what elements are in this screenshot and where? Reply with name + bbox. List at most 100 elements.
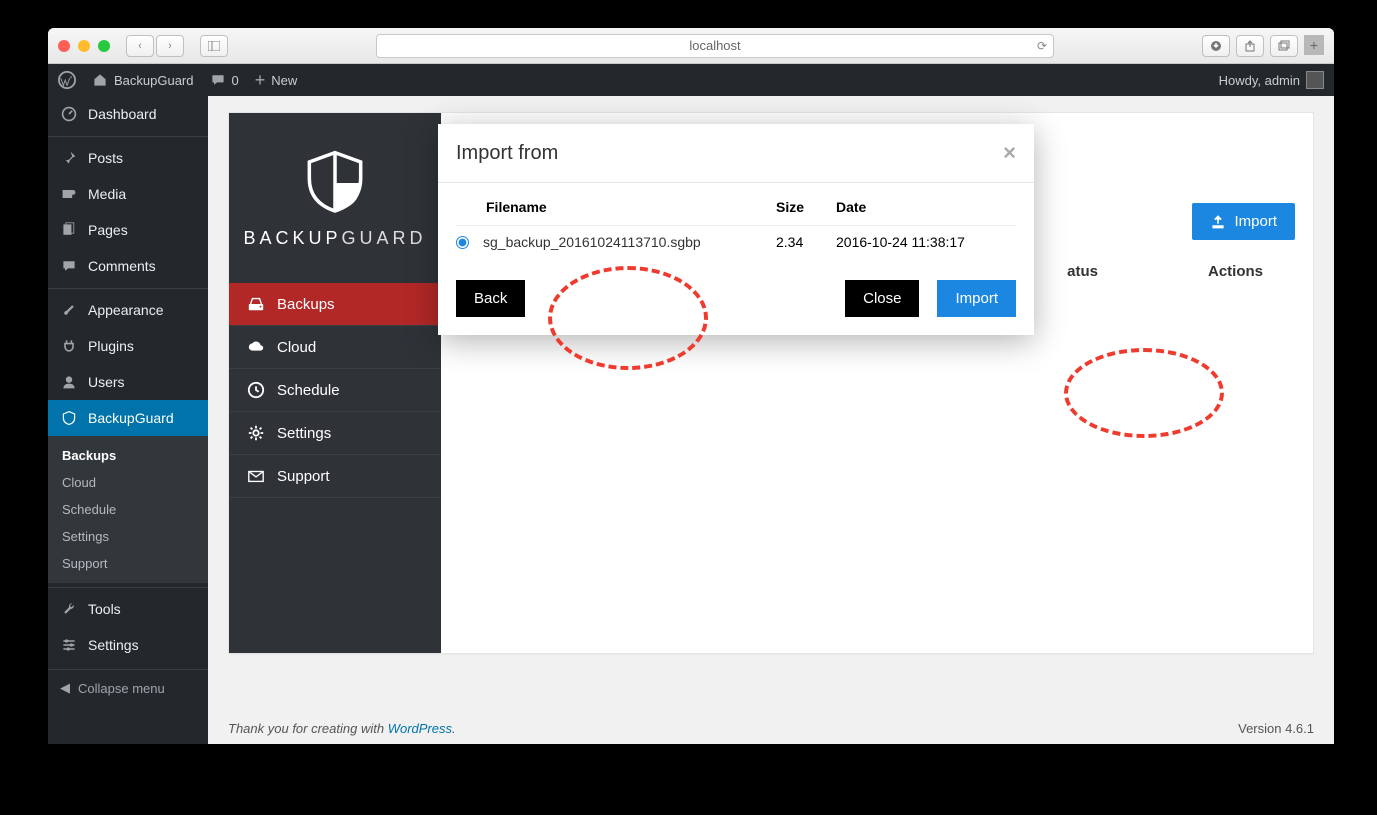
menu-plugins-label: Plugins — [88, 338, 134, 354]
new-label: New — [271, 73, 297, 88]
comments-icon — [60, 257, 78, 275]
footer-version: Version 4.6.1 — [1238, 721, 1314, 736]
menu-pages[interactable]: Pages — [48, 212, 208, 248]
new-content-link[interactable]: + New — [255, 70, 298, 91]
wp-sidebar: Dashboard Posts Media Pages Comments App… — [48, 96, 208, 744]
menu-posts-label: Posts — [88, 150, 123, 166]
modal-title: Import from — [456, 142, 558, 165]
modal-file-row[interactable]: sg_backup_20161024113710.sgbp 2.34 2016-… — [456, 225, 1016, 258]
close-button[interactable]: Close — [845, 280, 919, 317]
plugin-logo: BACKUPGUARD — [229, 113, 441, 283]
wp-footer: Thank you for creating with WordPress. V… — [228, 721, 1314, 736]
tabs-icon[interactable] — [1270, 35, 1298, 57]
modal-col-date: Date — [836, 199, 1016, 215]
modal-col-size: Size — [776, 199, 836, 215]
modal-header: Import from × — [438, 124, 1034, 183]
dashboard-icon — [60, 105, 78, 123]
menu-comments[interactable]: Comments — [48, 248, 208, 284]
browser-right-controls: + — [1202, 35, 1324, 57]
menu-comments-label: Comments — [88, 258, 156, 274]
comments-link[interactable]: 0 — [210, 72, 239, 88]
menu-dashboard[interactable]: Dashboard — [48, 96, 208, 132]
footer-prefix: Thank you for creating with — [228, 721, 388, 736]
menu-media[interactable]: Media — [48, 176, 208, 212]
menu-plugins[interactable]: Plugins — [48, 328, 208, 364]
menu-settings[interactable]: Settings — [48, 627, 208, 663]
howdy-label: Howdy, admin — [1219, 73, 1300, 88]
bg-menu-cloud[interactable]: Cloud — [229, 326, 441, 369]
menu-dashboard-label: Dashboard — [88, 106, 157, 122]
modal-actions: Back Close Import — [438, 274, 1034, 335]
wp-logo-icon[interactable] — [58, 71, 76, 89]
reload-icon[interactable]: ⟳ — [1037, 39, 1047, 53]
modal-body: Filename Size Date sg_backup_20161024113… — [438, 183, 1034, 274]
col-actions: Actions — [1208, 263, 1263, 280]
bg-menu-support[interactable]: Support — [229, 455, 441, 498]
account-link[interactable]: Howdy, admin — [1219, 71, 1324, 89]
site-name-link[interactable]: BackupGuard — [92, 72, 194, 88]
back-nav-button[interactable]: ‹ — [126, 35, 154, 57]
browser-window: ‹ › localhost ⟳ + — [48, 28, 1334, 744]
import-button[interactable]: Import — [1192, 203, 1295, 240]
plugin-sidebar: BACKUPGUARD Backups Cloud Schedule — [229, 113, 441, 653]
modal-import-button[interactable]: Import — [937, 280, 1016, 317]
col-status: atus — [1067, 263, 1098, 280]
submenu-backups[interactable]: Backups — [48, 442, 208, 469]
logo-text-a: BACKUP — [243, 228, 341, 248]
back-button[interactable]: Back — [456, 280, 525, 317]
media-icon — [60, 185, 78, 203]
nav-buttons: ‹ › — [126, 35, 184, 57]
submenu-settings[interactable]: Settings — [48, 523, 208, 550]
menu-appearance[interactable]: Appearance — [48, 288, 208, 328]
menu-settings-label: Settings — [88, 637, 139, 653]
submenu-cloud[interactable]: Cloud — [48, 469, 208, 496]
sliders-icon — [60, 636, 78, 654]
forward-nav-button[interactable]: › — [156, 35, 184, 57]
gear-icon — [247, 424, 265, 442]
menu-pages-label: Pages — [88, 222, 128, 238]
submenu-schedule[interactable]: Schedule — [48, 496, 208, 523]
bg-settings-label: Settings — [277, 425, 331, 442]
menu-media-label: Media — [88, 186, 126, 202]
site-name-label: BackupGuard — [114, 73, 194, 88]
sidebar-toggle-button[interactable] — [200, 35, 228, 57]
user-icon — [60, 373, 78, 391]
file-radio[interactable] — [456, 236, 469, 249]
submenu-support[interactable]: Support — [48, 550, 208, 577]
hdd-icon — [247, 295, 265, 313]
browser-toolbar: ‹ › localhost ⟳ + — [48, 28, 1334, 64]
cloud-icon — [247, 338, 265, 356]
share-icon[interactable] — [1236, 35, 1264, 57]
import-modal: Import from × Filename Size Date sg_back… — [438, 124, 1034, 335]
wp-admin-bar: BackupGuard 0 + New Howdy, admin — [48, 64, 1334, 96]
brush-icon — [60, 301, 78, 319]
close-window-button[interactable] — [58, 40, 70, 52]
bg-menu-settings[interactable]: Settings — [229, 412, 441, 455]
upload-icon — [1210, 214, 1226, 230]
menu-backupguard[interactable]: BackupGuard — [48, 400, 208, 436]
bg-cloud-label: Cloud — [277, 339, 316, 356]
new-tab-button[interactable]: + — [1304, 35, 1324, 55]
footer-thanks: Thank you for creating with WordPress. — [228, 721, 456, 736]
download-icon[interactable] — [1202, 35, 1230, 57]
pages-icon — [60, 221, 78, 239]
bg-menu-schedule[interactable]: Schedule — [229, 369, 441, 412]
maximize-window-button[interactable] — [98, 40, 110, 52]
row-filename: sg_backup_20161024113710.sgbp — [483, 234, 776, 250]
url-text: localhost — [689, 38, 740, 53]
wrench-icon — [60, 600, 78, 618]
plug-icon — [60, 337, 78, 355]
minimize-window-button[interactable] — [78, 40, 90, 52]
url-bar[interactable]: localhost ⟳ — [376, 34, 1054, 58]
menu-tools-label: Tools — [88, 601, 121, 617]
menu-tools[interactable]: Tools — [48, 587, 208, 627]
bg-menu-backups[interactable]: Backups — [229, 283, 441, 326]
menu-users[interactable]: Users — [48, 364, 208, 400]
modal-close-icon[interactable]: × — [1003, 140, 1016, 166]
shield-logo-icon — [300, 148, 370, 218]
wordpress-link[interactable]: WordPress — [388, 721, 452, 736]
menu-posts[interactable]: Posts — [48, 136, 208, 176]
collapse-menu[interactable]: ◀ Collapse menu — [48, 669, 208, 706]
import-button-label: Import — [1234, 213, 1277, 230]
modal-col-filename: Filename — [486, 199, 776, 215]
